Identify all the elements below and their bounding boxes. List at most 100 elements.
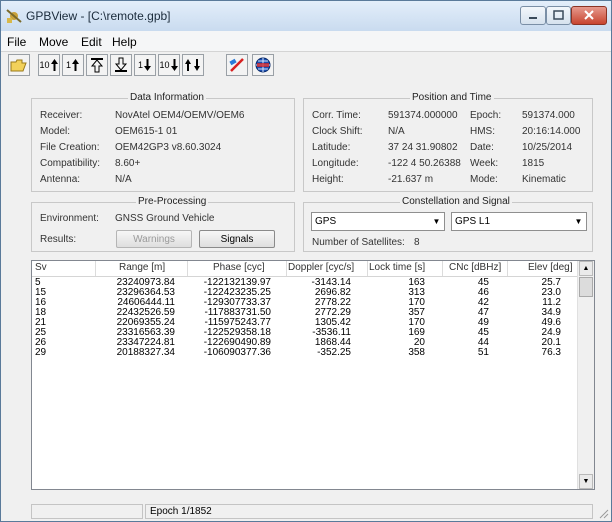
pre-processing-title: Pre-Processing (136, 196, 209, 207)
column-header-sv[interactable]: Sv (35, 262, 47, 273)
title-bar[interactable]: GPBView - [C:\remote.gpb] (1, 1, 611, 31)
table-row[interactable]: 18 22432526.59 -117883731.50 2772.29 357 47 34… (32, 308, 580, 318)
receiver-value: NovAtel OEM4/OEMV/OEM6 (115, 110, 245, 121)
arrow-up-icon (50, 59, 58, 71)
column-separator[interactable] (95, 261, 96, 276)
data-information-title: Data Information (128, 92, 206, 103)
column-header-range[interactable]: Range [m] (119, 262, 165, 273)
scroll-up-button[interactable]: ▲ (579, 261, 593, 276)
scroll-thumb[interactable] (579, 277, 593, 297)
num-satellites-value: 8 (414, 237, 420, 248)
hms-label: HMS: (470, 126, 495, 137)
globe-button[interactable] (252, 54, 274, 76)
warnings-button[interactable]: Warnings (116, 230, 192, 248)
latitude-label: Latitude: (312, 142, 351, 153)
height-label: Height: (312, 174, 344, 185)
signal-select[interactable]: GPS L1 ▼ (451, 212, 587, 231)
constellation-select-value: GPS (315, 216, 337, 227)
mode-value: Kinematic (522, 174, 566, 185)
longitude-value: -122 4 50.26388 (388, 158, 461, 169)
arrow-top-icon (90, 58, 104, 73)
epoch-value: 591374.000 (522, 110, 575, 121)
open-file-button[interactable] (8, 54, 30, 76)
antenna-value: N/A (115, 174, 132, 185)
table-row[interactable]: 26 23347224.81 -122690490.89 1868.44 20 44 20.… (32, 338, 580, 348)
observation-table[interactable]: Sv Range [m] Phase [cyc] Doppler [cyc/s]… (31, 260, 595, 490)
table-row[interactable]: 21 22069355.24 -115975243.77 1305.42 170 49 49… (32, 318, 580, 328)
forward-10-label: 10 (159, 60, 170, 70)
maximize-button[interactable] (546, 6, 571, 25)
column-separator[interactable] (507, 261, 508, 276)
table-row[interactable]: 16 24606444.11 -129307733.37 2778.22 170 42 11… (32, 298, 580, 308)
column-separator[interactable] (286, 261, 287, 276)
chevron-down-icon[interactable]: ▼ (429, 213, 444, 230)
menu-file[interactable]: File (7, 35, 26, 49)
clock-shift-label: Clock Shift: (312, 126, 363, 137)
table-row[interactable]: 29 20188327.34 -106090377.36 -352.25 358 51 76… (32, 348, 580, 358)
epoch-status: Epoch 1/1852 (145, 504, 593, 519)
signals-button[interactable]: Signals (199, 230, 275, 248)
menu-edit[interactable]: Edit (81, 35, 102, 49)
table-cell: 51 (477, 347, 489, 358)
num-satellites-label: Number of Satellites: (312, 237, 405, 248)
model-value: OEM615-1 01 (115, 126, 178, 137)
close-button[interactable] (571, 6, 607, 25)
pre-processing-group: Pre-Processing Environment: GNSS Ground … (31, 196, 295, 252)
table-cell: -106090377.36 (203, 347, 271, 358)
environment-label: Environment: (40, 213, 99, 224)
minimize-button[interactable] (520, 6, 546, 25)
longitude-label: Longitude: (312, 158, 359, 169)
column-header-phase[interactable]: Phase [cyc] (213, 262, 265, 273)
folder-open-icon (10, 59, 27, 72)
back-10-label: 10 (39, 60, 50, 70)
last-epoch-button[interactable] (110, 54, 132, 76)
globe-icon (255, 57, 271, 73)
column-separator[interactable] (442, 261, 443, 276)
table-row[interactable]: 5 23240973.84 -122132139.97 -3143.14 163 45 25… (32, 278, 580, 288)
column-header-elev[interactable]: Elev [deg] (528, 262, 572, 273)
column-header-cnc[interactable]: CNc [dBHz] (449, 262, 501, 273)
position-time-title: Position and Time (410, 92, 494, 103)
menu-move[interactable]: Move (39, 35, 68, 49)
vertical-scrollbar[interactable]: ▲ ▼ (577, 261, 594, 489)
satellite-button[interactable] (226, 54, 248, 76)
app-icon (6, 9, 22, 23)
table-cell: 20188327.34 (116, 347, 175, 358)
constellation-select[interactable]: GPS ▼ (311, 212, 445, 231)
scroll-down-button[interactable]: ▼ (579, 474, 593, 489)
menu-bar: File Move Edit Help (1, 31, 611, 52)
column-separator[interactable] (187, 261, 188, 276)
toolbar: 10 1 1 10 (1, 52, 611, 80)
chevron-down-icon[interactable]: ▼ (571, 213, 586, 230)
table-row[interactable]: 15 23296364.53 -122423235.25 2696.82 313 46 23… (32, 288, 580, 298)
table-row[interactable]: 25 23316563.39 -122529358.18 -3536.11 169 45 2… (32, 328, 580, 338)
signal-select-value: GPS L1 (455, 216, 491, 227)
file-creation-label: File Creation: (40, 142, 100, 153)
back-1-button[interactable]: 1 (62, 54, 84, 76)
forward-10-button[interactable]: 10 (158, 54, 180, 76)
goto-epoch-button[interactable] (182, 54, 204, 76)
week-label: Week: (470, 158, 499, 169)
receiver-label: Receiver: (40, 110, 83, 121)
arrow-up-icon (72, 59, 79, 71)
satellite-icon (229, 58, 244, 72)
first-epoch-button[interactable] (86, 54, 108, 76)
back-10-button[interactable]: 10 (38, 54, 60, 76)
height-value: -21.637 m (388, 174, 434, 185)
arrow-down-icon (144, 59, 151, 71)
status-bar: Epoch 1/1852 (1, 501, 611, 521)
position-time-group: Position and Time Corr. Time: 591374.000… (303, 92, 593, 192)
column-header-lock-time[interactable]: Lock time [s] (369, 262, 425, 273)
date-label: Date: (470, 142, 494, 153)
close-icon (584, 10, 594, 20)
week-value: 1815 (522, 158, 545, 169)
app-window: GPBView - [C:\remote.gpb] File Move Edit… (0, 0, 612, 522)
clock-shift-value: N/A (388, 126, 405, 137)
menu-help[interactable]: Help (112, 35, 137, 49)
hms-value: 20:16:14.000 (522, 126, 581, 137)
environment-value: GNSS Ground Vehicle (115, 213, 215, 224)
column-separator[interactable] (367, 261, 368, 276)
forward-1-button[interactable]: 1 (134, 54, 156, 76)
column-header-doppler[interactable]: Doppler [cyc/s] (288, 262, 354, 273)
resize-grip-icon[interactable] (597, 507, 609, 519)
